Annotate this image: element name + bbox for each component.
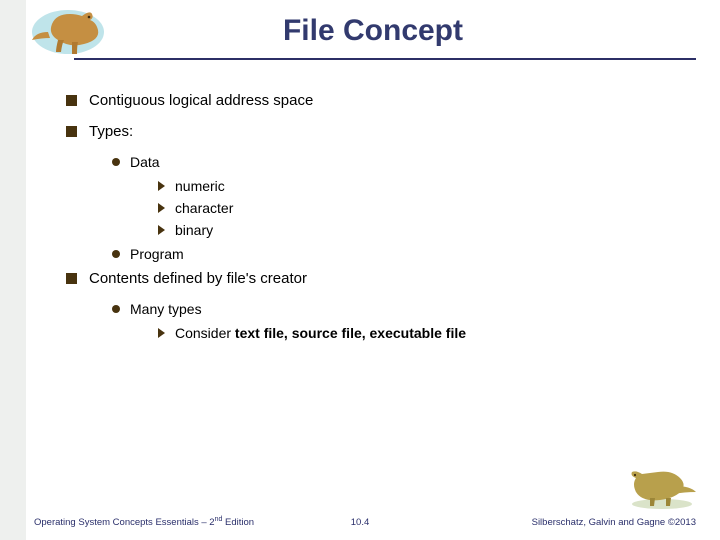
page-title: File Concept [26,14,720,48]
slide: File Concept Contiguous logical address … [0,0,720,540]
triangle-bullet-icon [158,181,165,191]
bullet-text: character [175,200,233,216]
footer: Operating System Concepts Essentials – 2… [0,506,720,540]
circle-bullet-icon [112,158,120,166]
bullet-contents-defined: Contents defined by file's creator [66,270,680,287]
bullet-text: Contents defined by file's creator [89,270,680,287]
bullet-text: Contiguous logical address space [89,92,680,109]
footer-copyright: Silberschatz, Galvin and Gagne ©2013 [532,517,696,528]
bullet-text: Types: [89,123,680,140]
header: File Concept [26,0,720,72]
square-bullet-icon [66,126,77,137]
bullet-numeric: numeric [158,178,680,194]
bullet-text: Many types [130,301,202,317]
bullet-text: numeric [175,178,225,194]
square-bullet-icon [66,95,77,106]
bullet-types: Types: [66,123,680,140]
text-prefix: Consider [175,325,235,341]
triangle-bullet-icon [158,203,165,213]
bullet-text: Consider text file, source file, executa… [175,325,466,341]
triangle-bullet-icon [158,328,165,338]
bullet-character: character [158,200,680,216]
bullet-text: Program [130,246,184,262]
text-bold-file-types: text file, source file, executable file [235,325,466,341]
bullet-data: Data [112,154,680,170]
dinosaur-logo-bottom-icon [626,462,698,510]
bullet-many-types: Many types [112,301,680,317]
left-accent-strip [0,0,26,540]
triangle-bullet-icon [158,225,165,235]
bullet-consider-file-types: Consider text file, source file, executa… [158,325,680,341]
title-underline [74,58,696,60]
content-body: Contiguous logical address space Types: … [66,86,680,347]
bullet-text: binary [175,222,213,238]
bullet-program: Program [112,246,680,262]
circle-bullet-icon [112,250,120,258]
bullet-contiguous: Contiguous logical address space [66,92,680,109]
circle-bullet-icon [112,305,120,313]
bullet-binary: binary [158,222,680,238]
bullet-text: Data [130,154,160,170]
square-bullet-icon [66,273,77,284]
